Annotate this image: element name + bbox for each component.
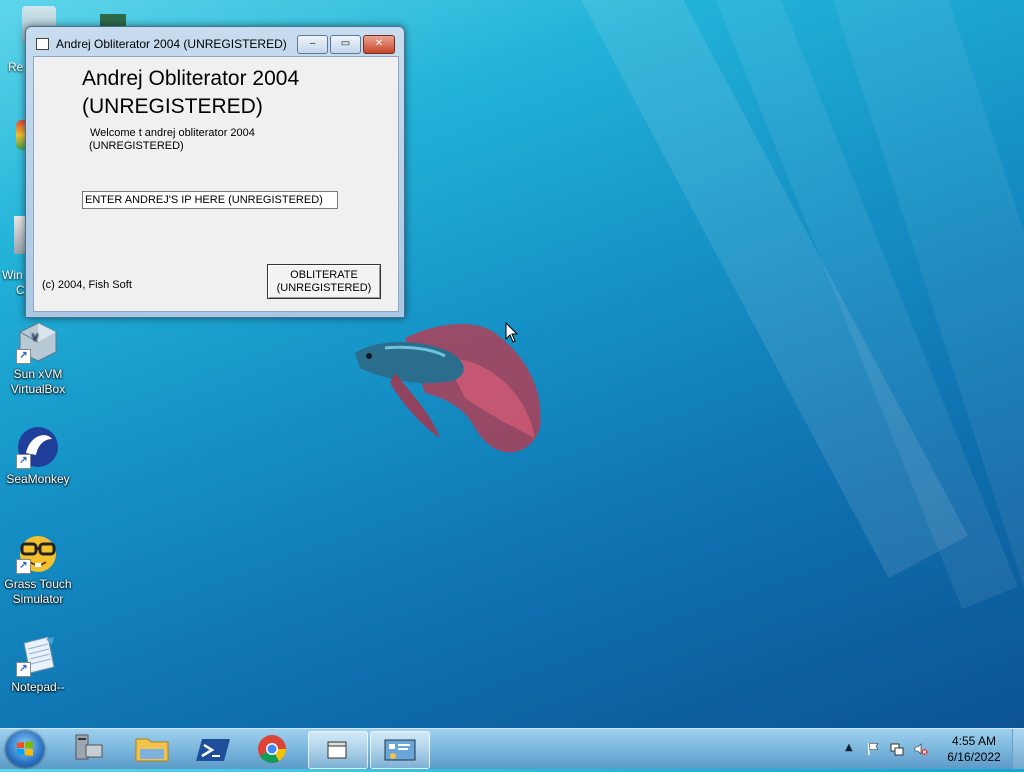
window-client-area: Andrej Obliterator 2004 (UNREGISTERED) W… (33, 56, 399, 312)
desktop-icon-seamonkey[interactable]: ↗ SeaMonkey (0, 425, 76, 487)
maximize-button[interactable]: ▭ (330, 35, 361, 54)
window-title: Andrej Obliterator 2004 (UNREGISTERED) (56, 37, 287, 51)
app-window-icon (327, 741, 347, 759)
windows-logo-icon (17, 741, 33, 756)
notepad-label: Notepad-- (11, 680, 65, 694)
app-heading-line1: Andrej Obliterator 2004 (82, 67, 300, 90)
powershell-icon (196, 739, 230, 761)
obliterate-label-line1: OBLITERATE (290, 269, 358, 281)
grass-touch-label-line2: Simulator (12, 592, 64, 606)
start-button[interactable] (6, 731, 44, 767)
wallpaper-fish (355, 323, 541, 453)
welcome-line1: Welcome t andrej obliterator 2004 (90, 127, 255, 139)
show-desktop-button[interactable] (1012, 729, 1024, 769)
control-panel-icon (384, 739, 416, 761)
desktop-label-win: Win C (2, 268, 25, 298)
taskbar: ▲ 4:55 AM 6/16/2022 (0, 728, 1024, 769)
volume-muted-icon[interactable] (914, 742, 928, 756)
taskbar-server-manager[interactable] (62, 731, 118, 767)
taskbar-file-explorer[interactable] (124, 731, 180, 767)
mouse-cursor-icon (505, 322, 519, 343)
copyright-text: (c) 2004, Fish Soft (42, 279, 132, 291)
svg-text:V: V (32, 333, 39, 343)
seamonkey-icon: ↗ (16, 425, 60, 469)
virtualbox-label-line2: VirtualBox (10, 382, 66, 396)
shortcut-arrow-icon: ↗ (16, 349, 31, 364)
virtualbox-icon: V ↗ (16, 320, 60, 364)
chrome-icon (258, 735, 286, 763)
win-label-line1: Win (2, 268, 23, 282)
clock-date: 6/16/2022 (947, 750, 1001, 764)
obliterate-label-line2: (UNREGISTERED) (276, 282, 372, 294)
title-bar[interactable]: Andrej Obliterator 2004 (UNREGISTERED) ‒… (26, 27, 404, 57)
taskbar-chrome[interactable] (245, 731, 301, 767)
desktop-label-recycle: Re (8, 60, 24, 74)
taskbar-control-panel[interactable] (370, 731, 430, 769)
shortcut-arrow-icon: ↗ (16, 559, 31, 574)
app-heading-line2: (UNREGISTERED) (82, 95, 263, 118)
notepad-icon: ↗ (16, 633, 60, 677)
shortcut-arrow-icon: ↗ (16, 454, 31, 469)
clock-time: 4:55 AM (951, 734, 997, 748)
taskbar-powershell[interactable] (186, 731, 242, 767)
shortcut-arrow-icon: ↗ (16, 662, 31, 677)
grass-touch-label-line1: Grass Touch (4, 577, 72, 591)
desktop-icon-virtualbox[interactable]: V ↗ Sun xVM VirtualBox (0, 320, 76, 397)
ip-input[interactable]: ENTER ANDREJ'S IP HERE (UNREGISTERED) (82, 191, 338, 209)
welcome-line2: (UNREGISTERED) (89, 140, 184, 152)
obliterate-button[interactable]: OBLITERATE (UNREGISTERED) (267, 264, 381, 299)
virtualbox-label-line1: Sun xVM (13, 367, 63, 381)
server-manager-icon (75, 734, 103, 760)
win-label-line2: C (16, 283, 25, 297)
tray-overflow-icon[interactable]: ▲ (845, 742, 853, 753)
app-heading: Andrej Obliterator 2004 (UNREGISTERED) (82, 65, 299, 121)
app-window: Andrej Obliterator 2004 (UNREGISTERED) ‒… (25, 26, 405, 318)
welcome-text: Welcome t andrej obliterator 2004 (UNREG… (89, 127, 290, 153)
minimize-button[interactable]: ‒ (297, 35, 328, 54)
desktop-icon-notepad[interactable]: ↗ Notepad-- (0, 633, 76, 695)
action-center-flag-icon[interactable] (866, 742, 880, 756)
close-button[interactable]: ✕ (363, 35, 395, 54)
network-icon[interactable] (890, 742, 904, 756)
system-clock[interactable]: 4:55 AM 6/16/2022 (940, 733, 1008, 765)
app-window-icon (36, 38, 49, 50)
desktop-icon-grass-touch[interactable]: ↗ Grass Touch Simulator (0, 530, 76, 607)
file-explorer-icon (135, 738, 169, 762)
taskbar-app-window[interactable] (308, 731, 368, 769)
seamonkey-label: SeaMonkey (6, 472, 70, 486)
nerd-face-icon: ↗ (16, 530, 60, 574)
